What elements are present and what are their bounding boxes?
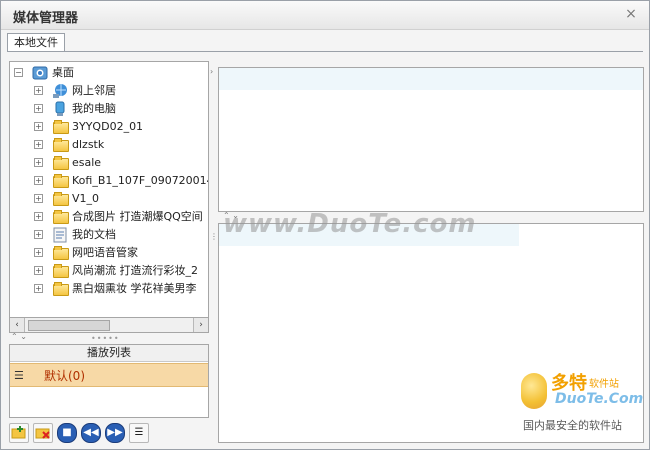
folder-icon: [53, 192, 69, 206]
playlist-view-button[interactable]: ☰: [129, 423, 149, 443]
tree-node-label: dlzstk: [72, 138, 105, 151]
watermark-text: www.DuoTe.com: [223, 209, 477, 239]
delete-folder-icon: [35, 428, 50, 439]
tab-bar: 本地文件: [7, 33, 643, 52]
previous-button[interactable]: ◀◀: [81, 423, 101, 443]
add-folder-button[interactable]: [9, 423, 29, 443]
mascot-icon: [521, 373, 547, 409]
tree-node-label: Kofi_B1_107F_0907200144: [72, 174, 209, 187]
splitter-grip-icon[interactable]: •••••: [91, 334, 120, 343]
expand-icon[interactable]: +: [34, 212, 43, 221]
logo-line2: DuoTe.Com: [555, 391, 644, 407]
folder-icon: [53, 210, 69, 224]
list-view-icon: ☰: [134, 427, 144, 438]
folder-icon: [53, 120, 69, 134]
stop-icon: ■: [62, 427, 72, 438]
expand-icon[interactable]: +: [34, 158, 43, 167]
close-icon[interactable]: ×: [623, 6, 639, 22]
tree-node-label: 我的电脑: [72, 102, 116, 115]
documents-icon: [53, 227, 67, 243]
media-manager-window: 媒体管理器 × 本地文件 − 桌面 + 网上邻居 + 我的电脑 + 3YYQD0…: [0, 0, 650, 450]
expand-icon[interactable]: +: [34, 140, 43, 149]
tree-node-label: 网上邻居: [72, 84, 116, 97]
tree-node-label: V1_0: [72, 192, 100, 205]
network-icon: [53, 84, 67, 98]
scroll-left-icon[interactable]: ‹: [10, 318, 25, 332]
tab-local-files[interactable]: 本地文件: [7, 33, 65, 51]
expand-icon[interactable]: +: [34, 86, 43, 95]
next-button[interactable]: ▶▶: [105, 423, 125, 443]
expand-icon[interactable]: +: [34, 104, 43, 113]
folder-icon: [53, 246, 69, 260]
tree-node-label: 网吧语音管家: [72, 246, 138, 259]
title-bar: 媒体管理器 ×: [1, 1, 649, 30]
splitter-arrow-icon[interactable]: ›: [210, 67, 213, 76]
folder-icon: [53, 264, 69, 278]
folder-icon: [53, 138, 69, 152]
tree-node-label: 黑白烟熏妆 学花祥美男李: [72, 282, 197, 295]
expand-icon[interactable]: +: [34, 266, 43, 275]
folder-icon: [53, 174, 69, 188]
folder-icon: [53, 156, 69, 170]
desktop-icon: [32, 66, 48, 80]
expand-icon[interactable]: +: [34, 248, 43, 257]
stop-button[interactable]: ■: [57, 423, 77, 443]
tree-node-label: 风尚潮流 打造流行彩妆_2: [72, 264, 198, 277]
playlist-panel: 播放列表 ☰ 默认(0): [9, 344, 209, 418]
logo-line3: 国内最安全的软件站: [523, 419, 622, 432]
computer-icon: [55, 101, 65, 116]
delete-folder-button[interactable]: [33, 423, 53, 443]
tree-node-label: 合成图片 打造潮爆QQ空间: [72, 210, 203, 223]
scroll-right-icon[interactable]: ›: [193, 318, 208, 332]
playlist-header: 播放列表: [10, 345, 208, 362]
tree-node-label: 桌面: [52, 66, 74, 79]
duote-logo: 多特 软件站 DuoTe.Com 国内最安全的软件站: [521, 369, 643, 439]
playlist-item[interactable]: ☰ 默认(0): [10, 363, 208, 387]
previous-icon: ◀◀: [83, 427, 99, 438]
splitter-grip-icon[interactable]: ⋮: [210, 232, 218, 241]
tree-node-label: 我的文档: [72, 228, 116, 241]
logo-line1b: 软件站: [589, 379, 619, 390]
collapse-icon[interactable]: −: [14, 68, 23, 77]
expand-icon[interactable]: +: [34, 176, 43, 185]
window-title: 媒体管理器: [13, 11, 79, 26]
expand-icon[interactable]: +: [34, 122, 43, 131]
tree-node-label: esale: [72, 156, 102, 169]
expand-icon[interactable]: +: [34, 230, 43, 239]
preview-panel-top[interactable]: [218, 67, 644, 212]
playlist-item-label: 默认(0): [44, 369, 85, 383]
scroll-thumb[interactable]: [28, 320, 110, 331]
folder-icon: [53, 282, 69, 296]
vertical-splitter[interactable]: › ⋮: [209, 67, 218, 439]
expand-icon[interactable]: +: [34, 284, 43, 293]
tree-node-label: 3YYQD02_01: [72, 120, 144, 133]
file-tree[interactable]: − 桌面 + 网上邻居 + 我的电脑 + 3YYQD02_01 + dlzstk…: [9, 61, 209, 319]
panel-header-strip: [219, 68, 643, 90]
list-icon: ☰: [14, 369, 24, 382]
add-folder-icon: [11, 426, 26, 439]
tree-horizontal-scrollbar[interactable]: ‹ ›: [9, 317, 209, 333]
next-icon: ▶▶: [107, 427, 123, 438]
expand-icon[interactable]: +: [34, 194, 43, 203]
collapse-arrows-icon[interactable]: ⌃ ⌄: [11, 332, 27, 341]
